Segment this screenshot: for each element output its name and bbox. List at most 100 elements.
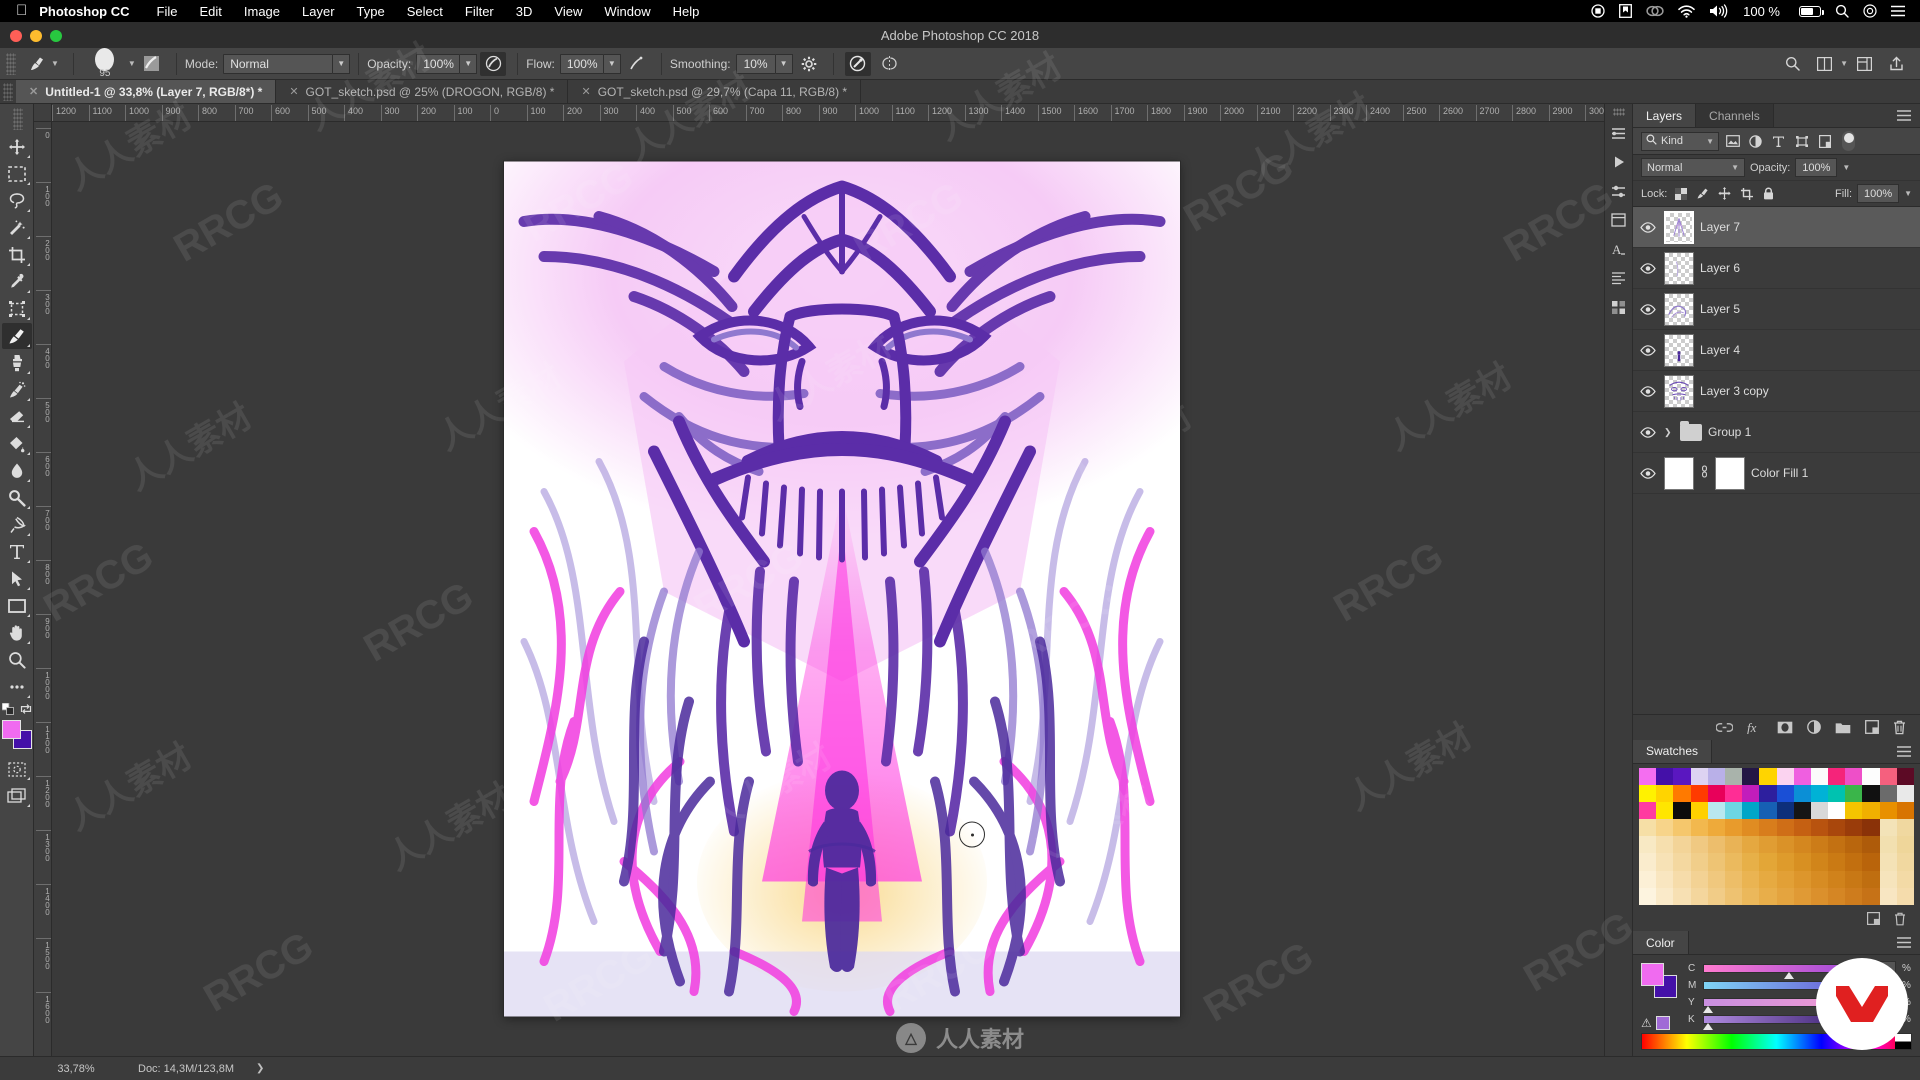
volume-icon[interactable]: [1702, 4, 1736, 18]
color-swatch[interactable]: [1725, 768, 1742, 785]
minimize-window-button[interactable]: [30, 30, 42, 42]
color-swatch[interactable]: [1845, 802, 1862, 819]
color-swatch[interactable]: [1880, 888, 1897, 905]
color-swatch[interactable]: [1673, 888, 1690, 905]
document-tab-untitled-1[interactable]: ✕ Untitled-1 @ 33,8% (Layer 7, RGB/8*) *: [16, 80, 276, 103]
blend-mode-dropdown[interactable]: Normal ▼: [223, 54, 350, 74]
workspace-switcher-icon[interactable]: [1851, 52, 1877, 76]
tab-channels[interactable]: Channels: [1696, 104, 1774, 127]
new-layer-icon[interactable]: [1865, 720, 1879, 734]
brush-size-display[interactable]: 95: [82, 48, 128, 79]
color-swatch[interactable]: [1794, 768, 1811, 785]
layer-list[interactable]: Layer 7Layer 6Layer 5Layer 4Layer 3 copy…: [1633, 207, 1920, 714]
color-swatch[interactable]: [1691, 836, 1708, 853]
color-swatch[interactable]: [1708, 785, 1725, 802]
color-swatch[interactable]: [1691, 853, 1708, 870]
search-icon[interactable]: [1779, 52, 1805, 76]
clone-stamp-tool[interactable]: [2, 350, 32, 376]
color-swatch[interactable]: [1656, 888, 1673, 905]
color-swatch[interactable]: [1811, 871, 1828, 888]
siri-icon[interactable]: [1856, 4, 1884, 18]
color-swatch[interactable]: [1708, 836, 1725, 853]
color-swatch[interactable]: [1742, 888, 1759, 905]
layer-thumbnail[interactable]: [1664, 334, 1694, 367]
rectangle-tool[interactable]: [2, 593, 32, 619]
vertical-ruler[interactable]: 0100200300400500600700800900100011001200…: [34, 122, 52, 1056]
chevron-right-icon[interactable]: ❯: [234, 1063, 264, 1074]
color-swatch[interactable]: [1811, 836, 1828, 853]
frame-tool[interactable]: [2, 296, 32, 322]
new-group-icon[interactable]: [1835, 721, 1851, 734]
layer-row[interactable]: Layer 7: [1633, 207, 1920, 248]
color-swatch[interactable]: [1759, 785, 1776, 802]
chevron-down-icon[interactable]: ▼: [1706, 137, 1714, 146]
zoom-tool[interactable]: [2, 647, 32, 673]
hand-tool[interactable]: [2, 620, 32, 646]
spotlight-search-icon[interactable]: [1828, 4, 1856, 18]
color-swatch[interactable]: [1656, 802, 1673, 819]
color-swatch[interactable]: [1759, 819, 1776, 836]
color-swatch[interactable]: [1828, 785, 1845, 802]
color-swatch[interactable]: [1897, 853, 1914, 870]
close-icon[interactable]: ✕: [581, 85, 590, 98]
color-swatch[interactable]: [1777, 802, 1794, 819]
color-swatch[interactable]: [1639, 785, 1656, 802]
panel-menu-icon[interactable]: [1888, 931, 1920, 954]
menu-filter[interactable]: Filter: [454, 4, 505, 19]
mask-link-icon[interactable]: [1700, 465, 1709, 481]
color-swatch[interactable]: [1691, 888, 1708, 905]
color-swatch[interactable]: [1742, 871, 1759, 888]
color-swatch[interactable]: [1897, 802, 1914, 819]
layer-fill-value[interactable]: 100%: [1857, 184, 1899, 203]
horizontal-ruler[interactable]: 1200110010009008007006005004003002001000…: [52, 104, 1632, 122]
color-swatch[interactable]: [1794, 819, 1811, 836]
color-swatch[interactable]: [1828, 888, 1845, 905]
lock-image-icon[interactable]: [1694, 185, 1711, 203]
type-filter-icon[interactable]: [1769, 131, 1788, 151]
tablet-pressure-opacity-icon[interactable]: [480, 52, 506, 76]
pen-tool[interactable]: [2, 512, 32, 538]
creative-cloud-icon[interactable]: [1639, 4, 1671, 18]
tab-color[interactable]: Color: [1633, 931, 1689, 954]
color-swatch[interactable]: [1880, 768, 1897, 785]
layer-row[interactable]: Color Fill 1: [1633, 453, 1920, 494]
color-swatch[interactable]: [1759, 853, 1776, 870]
eyedropper-tool[interactable]: [2, 269, 32, 295]
color-swatch[interactable]: [1862, 819, 1879, 836]
menu-help[interactable]: Help: [662, 4, 711, 19]
layer-thumbnail[interactable]: [1664, 211, 1694, 244]
color-swatch[interactable]: [1862, 853, 1879, 870]
dodge-tool[interactable]: [2, 485, 32, 511]
menu-image[interactable]: Image: [233, 4, 291, 19]
color-swatch[interactable]: [1742, 785, 1759, 802]
color-swatch[interactable]: [1777, 785, 1794, 802]
color-swatch[interactable]: [1673, 819, 1690, 836]
layer-visibility-eye-icon[interactable]: [1637, 222, 1658, 233]
foreground-color-chip[interactable]: [1641, 963, 1664, 986]
color-swatch[interactable]: [1656, 871, 1673, 888]
crop-tool[interactable]: [2, 242, 32, 268]
tab-layers[interactable]: Layers: [1633, 104, 1696, 127]
layer-mask-thumbnail[interactable]: [1715, 457, 1745, 490]
layer-row[interactable]: Layer 3 copy: [1633, 371, 1920, 412]
color-swatch[interactable]: [1639, 836, 1656, 853]
menu-3d[interactable]: 3D: [505, 4, 544, 19]
color-swatch[interactable]: [1862, 836, 1879, 853]
color-swatch[interactable]: [1794, 888, 1811, 905]
color-swatch[interactable]: [1759, 888, 1776, 905]
zoom-level-value[interactable]: 33,78%: [34, 1063, 118, 1075]
color-swatch[interactable]: [1777, 836, 1794, 853]
bookmark-icon[interactable]: [1612, 4, 1639, 18]
fill-chevron-icon[interactable]: ▼: [1904, 189, 1912, 198]
menu-layer[interactable]: Layer: [291, 4, 346, 19]
document-tab-got-sketch-drogon[interactable]: ✕ GOT_sketch.psd @ 25% (DROGON, RGB/8) *: [276, 80, 568, 103]
color-swatch[interactable]: [1759, 871, 1776, 888]
control-center-icon[interactable]: [1884, 5, 1912, 17]
shape-filter-icon[interactable]: [1792, 131, 1811, 151]
tools-panel-grip[interactable]: [13, 108, 23, 130]
color-swatch[interactable]: [1725, 819, 1742, 836]
color-swatch[interactable]: [1811, 768, 1828, 785]
adjustments-icon[interactable]: [1607, 178, 1631, 204]
screen-mode-icon[interactable]: [2, 783, 32, 809]
color-swatch[interactable]: [1777, 888, 1794, 905]
